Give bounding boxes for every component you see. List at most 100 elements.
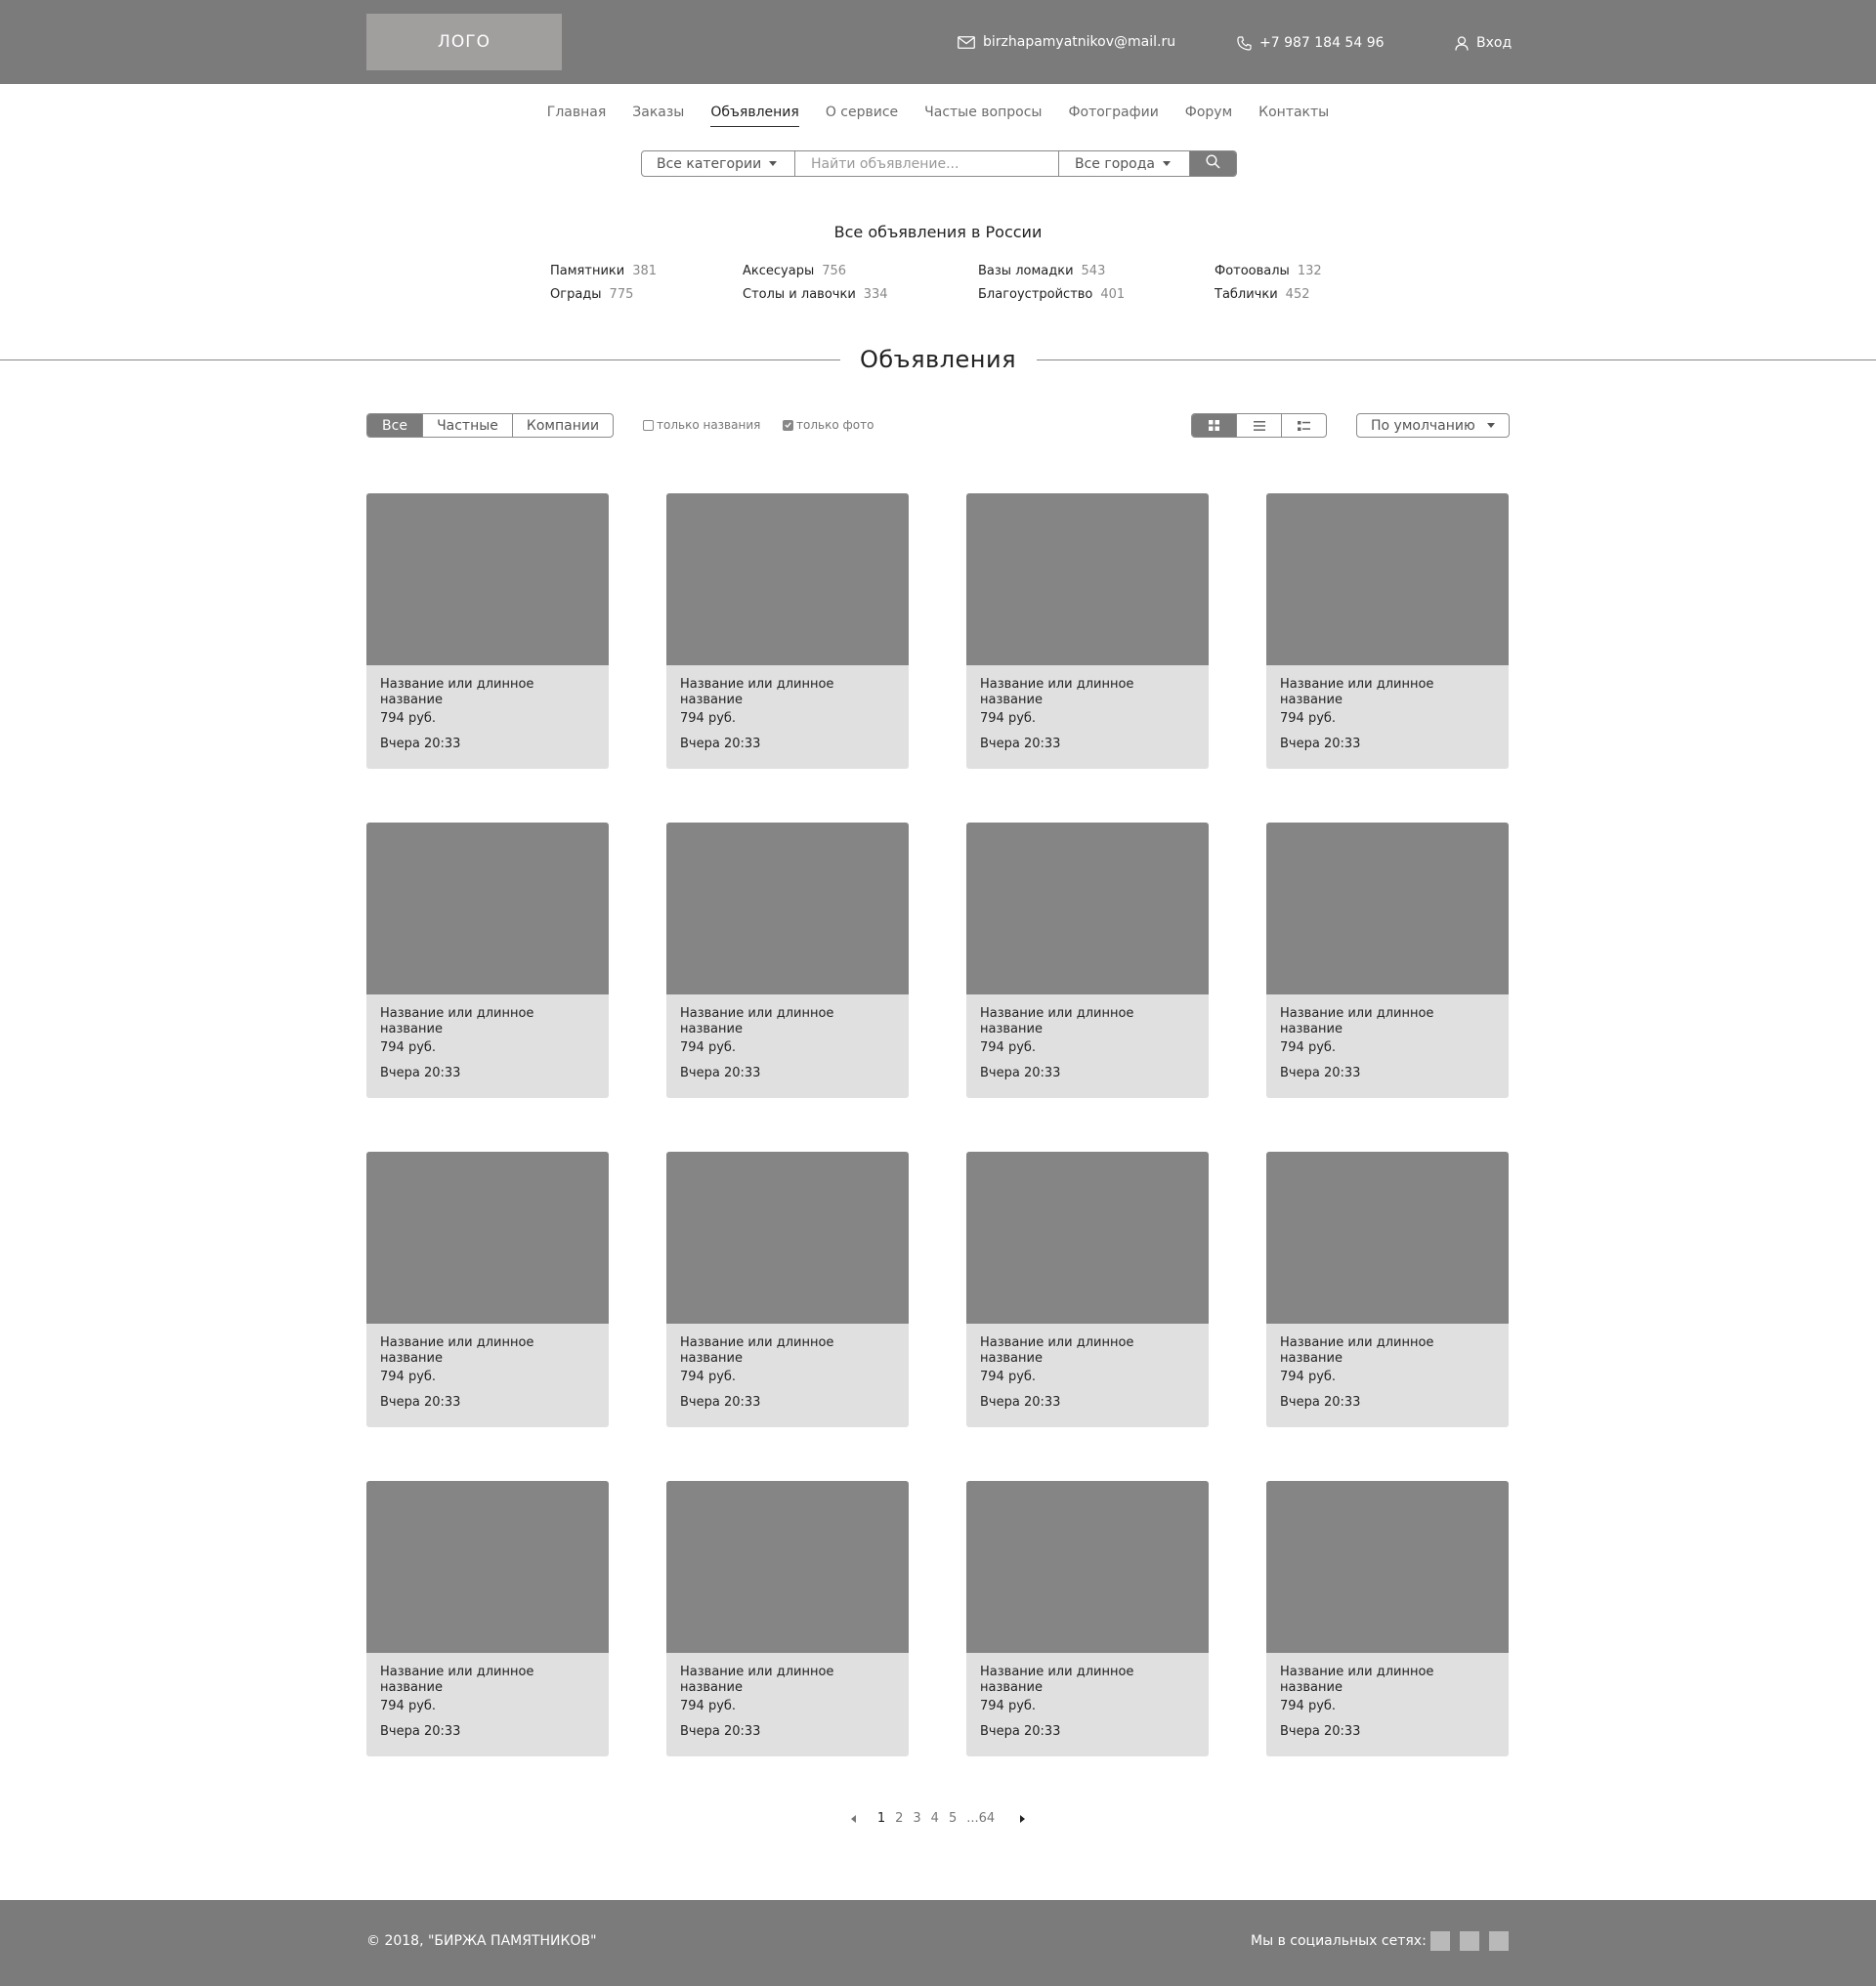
- filter-companies-button[interactable]: Компании: [513, 414, 613, 437]
- detailed-list-view-button[interactable]: [1282, 414, 1326, 437]
- email-link[interactable]: birzhapamyatnikov@mail.ru: [958, 31, 1175, 53]
- listing-card[interactable]: Название или длинное название 794 руб. Вче…: [1266, 1481, 1509, 1756]
- page-link[interactable]: 2: [895, 1811, 903, 1826]
- listing-title[interactable]: Название или длинное название: [366, 1653, 609, 1696]
- category-link[interactable]: Столы и лавочки 334: [743, 287, 888, 302]
- grid-view-button[interactable]: [1192, 414, 1237, 437]
- phone-link[interactable]: +7 987 184 54 96: [1237, 32, 1385, 54]
- category-link[interactable]: Ограды 775: [550, 287, 633, 302]
- copyright: © 2018, "БИРЖА ПАМЯТНИКОВ": [366, 1933, 597, 1949]
- category-select[interactable]: Все категории: [642, 151, 795, 176]
- listing-image[interactable]: [366, 823, 609, 994]
- listing-card[interactable]: Название или длинное название 794 руб. Вче…: [1266, 823, 1509, 1098]
- category-count: 401: [1100, 287, 1126, 302]
- listing-card[interactable]: Название или длинное название 794 руб. Вче…: [1266, 493, 1509, 769]
- listing-card[interactable]: Название или длинное название 794 руб. Вче…: [666, 1481, 909, 1756]
- search-button[interactable]: [1190, 151, 1236, 176]
- nav-item-photos[interactable]: Фотографии: [1068, 102, 1158, 127]
- category-link[interactable]: Аксесуары 756: [743, 264, 846, 278]
- listing-title[interactable]: Название или длинное название: [366, 665, 609, 708]
- logo[interactable]: ЛОГО: [366, 14, 562, 70]
- listing-image[interactable]: [666, 493, 909, 665]
- listing-card[interactable]: Название или длинное название 794 руб. Вче…: [366, 1481, 609, 1756]
- category-link[interactable]: Фотоовалы 132: [1215, 264, 1322, 278]
- only-photo-checkbox[interactable]: только фото: [783, 418, 874, 432]
- listing-title[interactable]: Название или длинное название: [1266, 1324, 1509, 1367]
- city-select[interactable]: Все города: [1059, 151, 1190, 176]
- listing-title[interactable]: Название или длинное название: [666, 1324, 909, 1367]
- listing-card[interactable]: Название или длинное название 794 руб. Вче…: [966, 1481, 1209, 1756]
- listing-card[interactable]: Название или длинное название 794 руб. Вче…: [966, 823, 1209, 1098]
- last-page-link[interactable]: ...64: [966, 1811, 995, 1826]
- listing-card[interactable]: Название или длинное название 794 руб. Вче…: [966, 1152, 1209, 1427]
- filter-private-button[interactable]: Частные: [423, 414, 513, 437]
- login-link[interactable]: Вход: [1455, 32, 1512, 54]
- category-link[interactable]: Памятники 381: [550, 264, 657, 278]
- listing-title[interactable]: Название или длинное название: [966, 1324, 1209, 1367]
- next-page-icon[interactable]: [1020, 1814, 1026, 1823]
- social-icon[interactable]: [1460, 1931, 1479, 1951]
- nav-item-orders[interactable]: Заказы: [632, 102, 684, 127]
- listing-image[interactable]: [666, 1152, 909, 1324]
- listing-image[interactable]: [1266, 493, 1509, 665]
- listing-title[interactable]: Название или длинное название: [666, 994, 909, 1037]
- nav-item-forum[interactable]: Форум: [1185, 102, 1232, 127]
- category-count: 756: [822, 264, 847, 278]
- listing-date: Вчера 20:33: [980, 1066, 1061, 1080]
- listing-image[interactable]: [966, 823, 1209, 994]
- listing-title[interactable]: Название или длинное название: [666, 665, 909, 708]
- social-icon[interactable]: [1489, 1931, 1509, 1951]
- listing-title[interactable]: Название или длинное название: [366, 1324, 609, 1367]
- nav-item-home[interactable]: Главная: [547, 102, 606, 127]
- page-link[interactable]: 1: [877, 1811, 885, 1826]
- listing-title[interactable]: Название или длинное название: [966, 665, 1209, 708]
- sort-select[interactable]: По умолчанию: [1356, 413, 1510, 438]
- category-link[interactable]: Вазы ломадки 543: [978, 264, 1105, 278]
- listing-card[interactable]: Название или длинное название 794 руб. Вче…: [666, 823, 909, 1098]
- listing-date: Вчера 20:33: [980, 1395, 1061, 1410]
- listing-title[interactable]: Название или длинное название: [966, 1653, 1209, 1696]
- nav-item-contacts[interactable]: Контакты: [1258, 102, 1329, 127]
- filter-all-button[interactable]: Все: [367, 414, 423, 437]
- nav-item-about[interactable]: О сервисе: [826, 102, 898, 127]
- nav-item-faq[interactable]: Частые вопросы: [924, 102, 1042, 127]
- listing-image[interactable]: [1266, 1481, 1509, 1653]
- listing-card[interactable]: Название или длинное название 794 руб. Вче…: [366, 823, 609, 1098]
- listing-image[interactable]: [966, 1481, 1209, 1653]
- listing-title[interactable]: Название или длинное название: [966, 994, 1209, 1037]
- listing-image[interactable]: [1266, 1152, 1509, 1324]
- category-link[interactable]: Благоустройство 401: [978, 287, 1125, 302]
- page-link[interactable]: 5: [949, 1811, 957, 1826]
- nav-item-listings[interactable]: Объявления: [710, 102, 799, 127]
- listing-card[interactable]: Название или длинное название 794 руб. Вче…: [366, 493, 609, 769]
- listing-card[interactable]: Название или длинное название 794 руб. Вче…: [966, 493, 1209, 769]
- listing-image[interactable]: [966, 1152, 1209, 1324]
- listing-date: Вчера 20:33: [680, 737, 761, 751]
- listing-title[interactable]: Название или длинное название: [366, 994, 609, 1037]
- only-names-checkbox[interactable]: только названия: [643, 418, 760, 432]
- listing-card[interactable]: Название или длинное название 794 руб. Вче…: [666, 1152, 909, 1427]
- listing-title[interactable]: Название или длинное название: [1266, 665, 1509, 708]
- listing-image[interactable]: [1266, 823, 1509, 994]
- listing-card[interactable]: Название или длинное название 794 руб. Вче…: [1266, 1152, 1509, 1427]
- listing-image[interactable]: [366, 493, 609, 665]
- page-link[interactable]: 4: [931, 1811, 939, 1826]
- listing-image[interactable]: [366, 1152, 609, 1324]
- listing-image[interactable]: [666, 1481, 909, 1653]
- prev-page-icon[interactable]: [850, 1814, 856, 1823]
- listing-price: 794 руб.: [980, 1699, 1037, 1713]
- search-input[interactable]: [795, 151, 1059, 176]
- listing-title[interactable]: Название или длинное название: [1266, 1653, 1509, 1696]
- listing-title[interactable]: Название или длинное название: [666, 1653, 909, 1696]
- listing-title[interactable]: Название или длинное название: [1266, 994, 1509, 1037]
- page-link[interactable]: 3: [913, 1811, 920, 1826]
- category-link[interactable]: Таблички 452: [1215, 287, 1310, 302]
- listing-image[interactable]: [966, 493, 1209, 665]
- list-view-button[interactable]: [1237, 414, 1282, 437]
- listing-card[interactable]: Название или длинное название 794 руб. Вче…: [366, 1152, 609, 1427]
- listing-image[interactable]: [666, 823, 909, 994]
- listing-card[interactable]: Название или длинное название 794 руб. Вче…: [666, 493, 909, 769]
- social-icon[interactable]: [1430, 1931, 1450, 1951]
- listing-image[interactable]: [366, 1481, 609, 1653]
- only-photo-label: только фото: [796, 418, 874, 432]
